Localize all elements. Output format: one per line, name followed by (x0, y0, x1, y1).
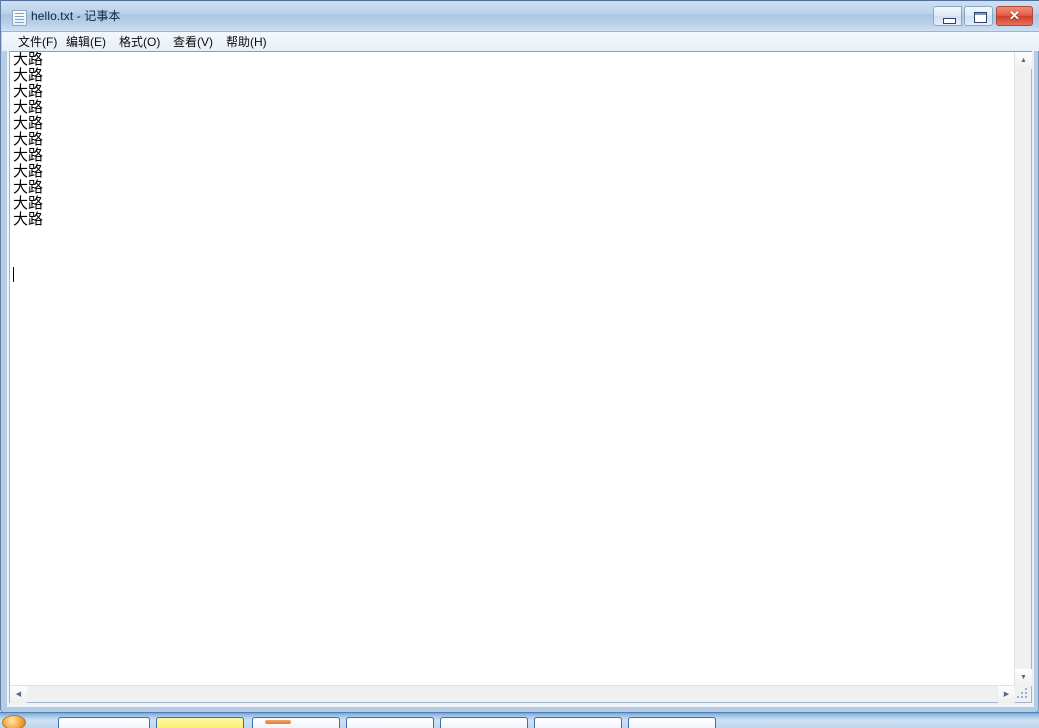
chevron-up-icon: ▲ (1020, 57, 1027, 64)
taskbar[interactable] (0, 712, 1039, 728)
notepad-window: hello.txt - 记事本 ✕ 文件(F) 编辑(E) 格式(O) 查看(V… (0, 0, 1039, 713)
editor-text-content: 大路 大路 大路 大路 大路 大路 大路 大路 大路 大路 大路 (13, 52, 44, 228)
scroll-down-button[interactable]: ▼ (1015, 669, 1032, 686)
start-orb-icon[interactable] (2, 715, 26, 728)
scroll-left-button[interactable]: ◀ (10, 686, 27, 703)
text-caret (13, 267, 14, 282)
scroll-right-button[interactable]: ▶ (998, 686, 1015, 703)
scrollbar-corner (1014, 685, 1031, 702)
menu-item-view[interactable]: 查看(V) (169, 34, 217, 50)
close-icon: ✕ (1009, 8, 1020, 23)
maximize-icon (974, 12, 987, 23)
resize-grip-icon[interactable] (1017, 688, 1029, 700)
horizontal-scrollbar[interactable]: ◀ ▶ (10, 685, 1015, 703)
chevron-right-icon: ▶ (1003, 691, 1010, 698)
close-button[interactable]: ✕ (996, 6, 1033, 26)
maximize-button[interactable] (964, 6, 993, 26)
menu-bar: 文件(F) 编辑(E) 格式(O) 查看(V) 帮助(H) (2, 32, 1039, 51)
chevron-down-icon: ▼ (1020, 674, 1027, 681)
menu-item-help[interactable]: 帮助(H) (222, 34, 271, 50)
taskbar-item-1[interactable] (58, 717, 150, 728)
minimize-button[interactable] (933, 6, 962, 26)
taskbar-item-7[interactable] (628, 717, 716, 728)
minimize-icon (943, 18, 956, 24)
vertical-scrollbar[interactable]: ▲ ▼ (1014, 52, 1032, 686)
taskbar-item-6[interactable] (534, 717, 622, 728)
desktop-background: hello.txt - 记事本 ✕ 文件(F) 编辑(E) 格式(O) 查看(V… (0, 0, 1039, 728)
taskbar-item-5[interactable] (440, 717, 528, 728)
title-bar[interactable]: hello.txt - 记事本 ✕ (1, 0, 1039, 32)
editor-client-area: 大路 大路 大路 大路 大路 大路 大路 大路 大路 大路 大路 ▲ ▼ ◀ ▶ (9, 51, 1032, 703)
scroll-up-button[interactable]: ▲ (1015, 52, 1032, 69)
chevron-left-icon: ◀ (15, 691, 22, 698)
taskbar-item-4[interactable] (346, 717, 434, 728)
menu-item-format[interactable]: 格式(O) (115, 34, 164, 50)
taskbar-item-3[interactable] (252, 717, 340, 728)
menu-item-edit[interactable]: 编辑(E) (62, 34, 110, 50)
title-bar-top-edge (1, 0, 1039, 1)
notepad-document-icon (12, 10, 27, 26)
taskbar-item-2[interactable] (156, 717, 244, 728)
text-editor-area[interactable]: 大路 大路 大路 大路 大路 大路 大路 大路 大路 大路 大路 (10, 52, 1015, 686)
menu-item-file[interactable]: 文件(F) (14, 34, 61, 50)
window-title: hello.txt - 记事本 (31, 9, 121, 23)
